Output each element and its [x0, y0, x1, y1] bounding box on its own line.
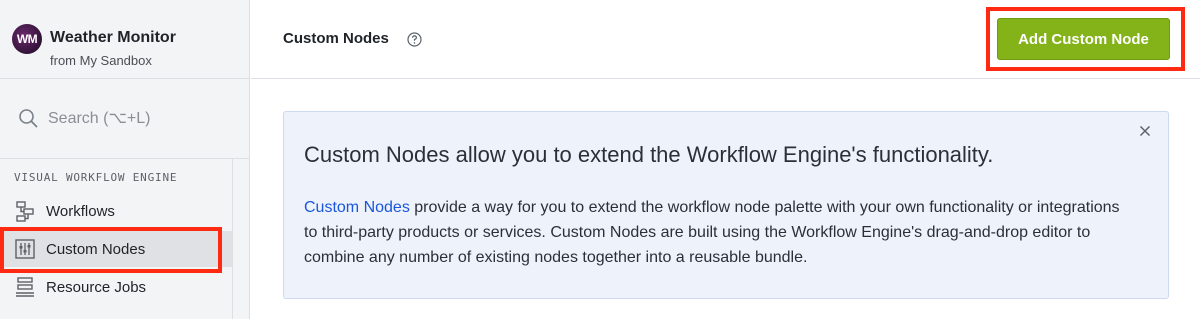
close-icon[interactable] — [1138, 124, 1152, 138]
info-card-body: Custom Nodes provide a way for you to ex… — [304, 195, 1124, 270]
app-header[interactable]: WM Weather Monitor from My Sandbox — [0, 0, 250, 79]
resource-jobs-icon — [16, 277, 34, 297]
sidebar-item-custom-nodes[interactable]: Custom Nodes — [0, 231, 232, 267]
app-subtitle: from My Sandbox — [50, 53, 152, 68]
sidebar-item-label: Workflows — [46, 202, 115, 220]
info-card-body-text: provide a way for you to extend the work… — [304, 199, 1120, 266]
app-window: WM Weather Monitor from My Sandbox Searc… — [0, 0, 1200, 319]
app-avatar: WM — [12, 24, 42, 54]
sidebar-item-label: Custom Nodes — [46, 240, 146, 258]
search-field[interactable]: Search (⌥+L) — [18, 106, 228, 130]
sidebar-item-label: Resource Jobs — [46, 278, 147, 296]
sidebar-item-resource-jobs[interactable]: Resource Jobs — [0, 269, 232, 305]
app-title: Weather Monitor — [50, 29, 176, 46]
help-icon[interactable] — [407, 32, 422, 47]
info-card: Custom Nodes allow you to extend the Wor… — [283, 111, 1169, 299]
info-card-heading: Custom Nodes allow you to extend the Wor… — [304, 142, 994, 167]
sliders-icon — [15, 239, 35, 259]
main-content: Custom Nodes allow you to extend the Wor… — [251, 80, 1200, 319]
section-label: VISUAL WORKFLOW ENGINE — [14, 171, 178, 184]
sidebar: WM Weather Monitor from My Sandbox Searc… — [0, 0, 250, 319]
search-icon — [19, 109, 38, 128]
section-divider — [0, 158, 250, 159]
page-header: Custom Nodes Add Custom Node — [251, 0, 1200, 79]
nav-rail — [232, 159, 233, 319]
custom-nodes-link[interactable]: Custom Nodes — [304, 199, 410, 216]
sidebar-item-workflows[interactable]: Workflows — [0, 193, 232, 229]
search-placeholder: Search (⌥+L) — [48, 110, 151, 127]
page-title: Custom Nodes — [283, 30, 389, 47]
workflow-icon — [16, 201, 34, 222]
add-custom-node-button[interactable]: Add Custom Node — [997, 18, 1170, 60]
